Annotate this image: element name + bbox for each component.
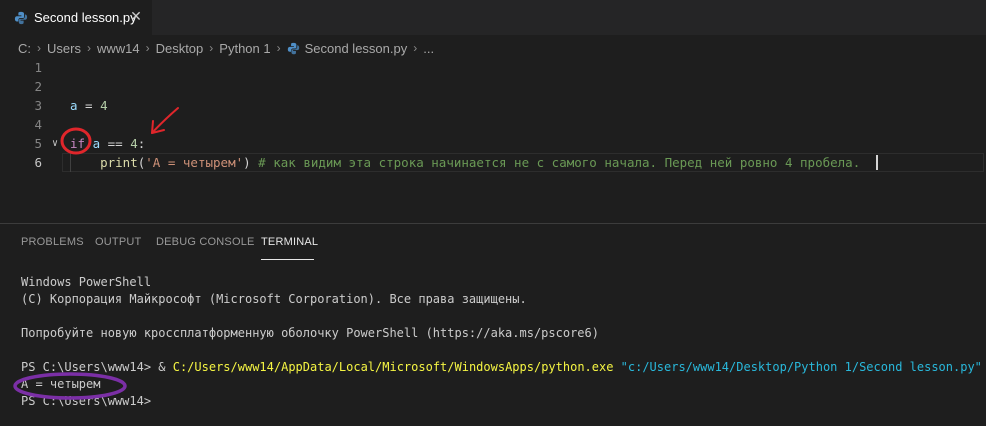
terminal-prompt: PS C:\Users\www14> xyxy=(21,394,152,408)
line-number: 4 xyxy=(34,117,42,132)
python-file-icon xyxy=(287,42,299,54)
active-tab-underline xyxy=(261,259,314,260)
editor-tab-bar: Second lesson.py ✕ xyxy=(0,0,986,35)
code-editor[interactable]: 1 2 3 a = 4 4 5 ∨ if a == 4: 6 print('A … xyxy=(0,58,986,223)
chevron-right-icon: › xyxy=(37,41,41,55)
tab-label: Second lesson.py xyxy=(34,10,137,25)
terminal-output[interactable]: Windows PowerShell (C) Корпорация Майкро… xyxy=(21,274,982,410)
code-line-5: 5 ∨ if a == 4: xyxy=(0,134,986,153)
close-icon[interactable]: ✕ xyxy=(128,9,144,25)
breadcrumb-desktop[interactable]: Desktop xyxy=(156,41,204,56)
line-number: 1 xyxy=(34,60,42,75)
code-line-1: 1 xyxy=(0,58,986,77)
code-line-3: 3 a = 4 xyxy=(0,96,986,115)
line-number: 6 xyxy=(34,155,42,170)
code-text: a = 4 xyxy=(70,98,108,113)
text-cursor xyxy=(876,155,878,170)
line-number: 2 xyxy=(34,79,42,94)
breadcrumb-drive[interactable]: C: xyxy=(18,41,31,56)
breadcrumb-www14[interactable]: www14 xyxy=(97,41,140,56)
breadcrumb-users[interactable]: Users xyxy=(47,41,81,56)
chevron-right-icon: › xyxy=(145,41,150,55)
chevron-right-icon: › xyxy=(209,41,214,55)
chevron-right-icon: › xyxy=(276,41,281,55)
terminal-program-output: A = четырем xyxy=(21,377,101,391)
line-number: 3 xyxy=(34,98,42,113)
tab-problems[interactable]: PROBLEMS xyxy=(21,236,84,248)
terminal-command-line: PS C:\Users\www14> & C:/Users/www14/AppD… xyxy=(21,360,982,374)
terminal-line: (C) Корпорация Майкрософт (Microsoft Cor… xyxy=(21,292,527,306)
tab-output[interactable]: OUTPUT xyxy=(95,236,141,248)
breadcrumb-file[interactable]: Second lesson.py xyxy=(305,41,408,56)
code-line-4: 4 xyxy=(0,115,986,134)
code-line-2: 2 xyxy=(0,77,986,96)
code-line-6: 6 print('A = четырем') # как видим эта с… xyxy=(0,153,986,172)
line-number: 5 xyxy=(34,136,42,151)
breadcrumb-more[interactable]: ... xyxy=(423,41,434,56)
tab-debug-console[interactable]: DEBUG CONSOLE xyxy=(156,236,255,248)
code-text: if a == 4: xyxy=(70,136,146,151)
breadcrumb: C: › Users › www14 › Desktop › Python 1 … xyxy=(18,38,434,58)
chevron-right-icon: › xyxy=(413,41,418,55)
chevron-right-icon: › xyxy=(86,41,91,55)
terminal-line: Попробуйте новую кроссплатформенную обол… xyxy=(21,326,599,340)
chevron-down-icon[interactable]: ∨ xyxy=(52,134,58,153)
tab-terminal[interactable]: TERMINAL xyxy=(261,236,318,248)
terminal-line: Windows PowerShell xyxy=(21,275,152,289)
code-text: print('A = четырем') # как видим эта стр… xyxy=(100,155,861,170)
panel-tabs: PROBLEMS OUTPUT DEBUG CONSOLE TERMINAL xyxy=(0,224,986,262)
breadcrumb-python1[interactable]: Python 1 xyxy=(219,41,270,56)
python-file-icon xyxy=(14,11,28,24)
tab-second-lesson[interactable]: Second lesson.py ✕ xyxy=(0,0,152,35)
